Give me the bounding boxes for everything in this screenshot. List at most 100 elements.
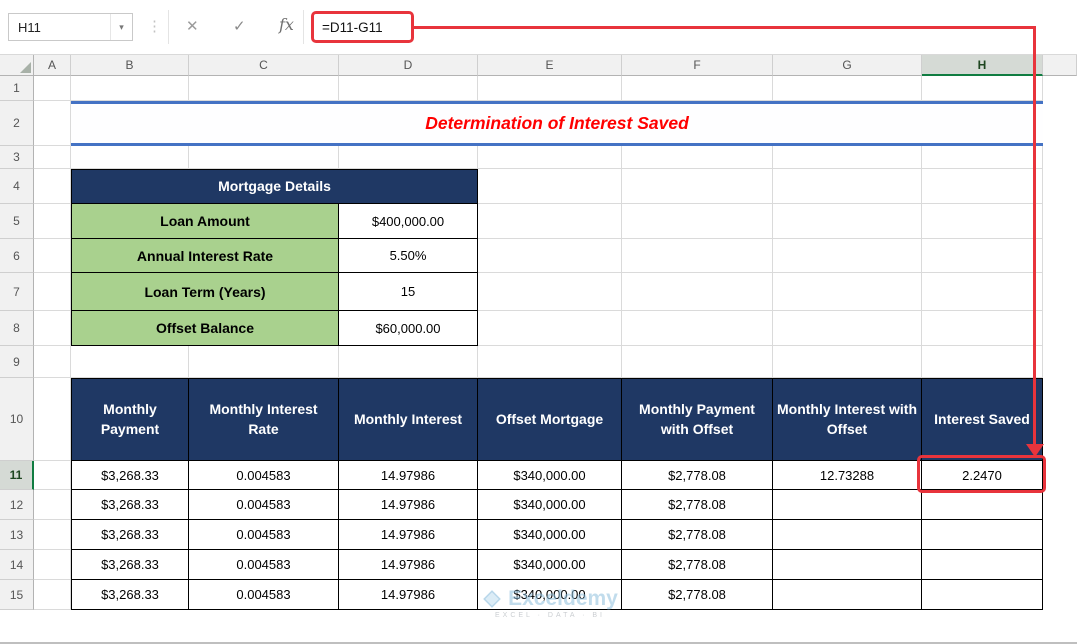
insert-function-icon[interactable]: fx <box>279 15 294 34</box>
empty-cell[interactable] <box>339 76 478 101</box>
empty-cell[interactable] <box>34 204 71 239</box>
cell-b12[interactable]: $3,268.33 <box>71 490 189 520</box>
column-header-B[interactable]: B <box>71 55 189 76</box>
cell-e12[interactable]: $340,000.00 <box>478 490 622 520</box>
empty-cell[interactable] <box>922 239 1043 273</box>
cell-g13[interactable] <box>773 520 922 550</box>
enter-icon[interactable]: ✓ <box>233 17 246 35</box>
empty-cell[interactable] <box>478 311 622 346</box>
row-header-8[interactable]: 8 <box>0 311 34 346</box>
empty-cell[interactable] <box>622 273 773 311</box>
empty-cell[interactable] <box>622 169 773 204</box>
table-header-monthly-interest-with-offset[interactable]: Monthly Interest with Offset <box>773 378 922 461</box>
cell-f11[interactable]: $2,778.08 <box>622 461 773 490</box>
select-all-corner[interactable] <box>0 55 34 76</box>
column-header-E[interactable]: E <box>478 55 622 76</box>
empty-cell[interactable] <box>34 273 71 311</box>
formula-input[interactable]: =D11-G11 <box>311 11 414 43</box>
row-header-15[interactable]: 15 <box>0 580 34 610</box>
cell-e13[interactable]: $340,000.00 <box>478 520 622 550</box>
empty-cell[interactable] <box>34 311 71 346</box>
empty-cell[interactable] <box>34 239 71 273</box>
empty-cell[interactable] <box>478 239 622 273</box>
column-header-H[interactable]: H <box>922 55 1043 76</box>
cancel-icon[interactable]: ✕ <box>186 17 199 35</box>
cell-e15[interactable]: $340,000.00 <box>478 580 622 610</box>
empty-cell[interactable] <box>34 76 71 101</box>
worksheet-title-cell[interactable]: Determination of Interest Saved <box>71 101 1043 146</box>
empty-cell[interactable] <box>922 169 1043 204</box>
cell-b13[interactable]: $3,268.33 <box>71 520 189 550</box>
name-box-dropdown-icon[interactable]: ▾ <box>110 14 132 40</box>
empty-cell[interactable] <box>622 76 773 101</box>
mortgage-details-header[interactable]: Mortgage Details <box>71 169 478 204</box>
empty-cell[interactable] <box>922 204 1043 239</box>
table-header-monthly-payment[interactable]: Monthly Payment <box>71 378 189 461</box>
empty-cell[interactable] <box>922 273 1043 311</box>
empty-cell[interactable] <box>34 378 71 461</box>
empty-cell[interactable] <box>34 550 71 580</box>
empty-cell[interactable] <box>71 76 189 101</box>
empty-cell[interactable] <box>339 146 478 169</box>
cell-d13[interactable]: 14.97986 <box>339 520 478 550</box>
mortgage-label-offset-balance[interactable]: Offset Balance <box>71 311 339 346</box>
mortgage-label-interest-rate[interactable]: Annual Interest Rate <box>71 239 339 273</box>
row-header-4[interactable]: 4 <box>0 169 34 204</box>
empty-cell[interactable] <box>478 76 622 101</box>
empty-cell[interactable] <box>922 346 1043 378</box>
empty-cell[interactable] <box>478 146 622 169</box>
empty-cell[interactable] <box>922 76 1043 101</box>
row-header-3[interactable]: 3 <box>0 146 34 169</box>
row-header-11[interactable]: 11 <box>0 461 34 490</box>
cell-d12[interactable]: 14.97986 <box>339 490 478 520</box>
cell-g12[interactable] <box>773 490 922 520</box>
table-header-monthly-payment-with-offset[interactable]: Monthly Payment with Offset <box>622 378 773 461</box>
name-box[interactable]: H11 ▾ <box>8 13 133 41</box>
row-header-2[interactable]: 2 <box>0 101 34 146</box>
cell-d11[interactable]: 14.97986 <box>339 461 478 490</box>
empty-cell[interactable] <box>34 490 71 520</box>
empty-cell[interactable] <box>773 204 922 239</box>
empty-cell[interactable] <box>339 346 478 378</box>
row-header-10[interactable]: 10 <box>0 378 34 461</box>
cell-c14[interactable]: 0.004583 <box>189 550 339 580</box>
cell-h14[interactable] <box>922 550 1043 580</box>
cell-c15[interactable]: 0.004583 <box>189 580 339 610</box>
mortgage-value-loan-term[interactable]: 15 <box>339 273 478 311</box>
row-header-14[interactable]: 14 <box>0 550 34 580</box>
cell-b14[interactable]: $3,268.33 <box>71 550 189 580</box>
table-header-monthly-interest[interactable]: Monthly Interest <box>339 378 478 461</box>
empty-cell[interactable] <box>922 311 1043 346</box>
empty-cell[interactable] <box>34 101 71 146</box>
row-header-9[interactable]: 9 <box>0 346 34 378</box>
empty-cell[interactable] <box>189 346 339 378</box>
row-header-7[interactable]: 7 <box>0 273 34 311</box>
cell-c12[interactable]: 0.004583 <box>189 490 339 520</box>
cell-c11[interactable]: 0.004583 <box>189 461 339 490</box>
cell-h13[interactable] <box>922 520 1043 550</box>
cell-d14[interactable]: 14.97986 <box>339 550 478 580</box>
cell-e14[interactable]: $340,000.00 <box>478 550 622 580</box>
empty-cell[interactable] <box>622 239 773 273</box>
mortgage-label-loan-term[interactable]: Loan Term (Years) <box>71 273 339 311</box>
row-header-13[interactable]: 13 <box>0 520 34 550</box>
empty-cell[interactable] <box>478 273 622 311</box>
cell-h12[interactable] <box>922 490 1043 520</box>
row-header-12[interactable]: 12 <box>0 490 34 520</box>
empty-cell[interactable] <box>773 273 922 311</box>
empty-cell[interactable] <box>922 146 1043 169</box>
cell-e11[interactable]: $340,000.00 <box>478 461 622 490</box>
column-header-D[interactable]: D <box>339 55 478 76</box>
empty-cell[interactable] <box>773 346 922 378</box>
row-header-1[interactable]: 1 <box>0 76 34 101</box>
table-header-monthly-interest-rate[interactable]: Monthly Interest Rate <box>189 378 339 461</box>
row-header-5[interactable]: 5 <box>0 204 34 239</box>
empty-cell[interactable] <box>622 346 773 378</box>
cell-b11[interactable]: $3,268.33 <box>71 461 189 490</box>
empty-cell[interactable] <box>34 520 71 550</box>
empty-cell[interactable] <box>34 461 71 490</box>
empty-cell[interactable] <box>773 169 922 204</box>
empty-cell[interactable] <box>71 346 189 378</box>
empty-cell[interactable] <box>622 146 773 169</box>
empty-cell[interactable] <box>34 146 71 169</box>
